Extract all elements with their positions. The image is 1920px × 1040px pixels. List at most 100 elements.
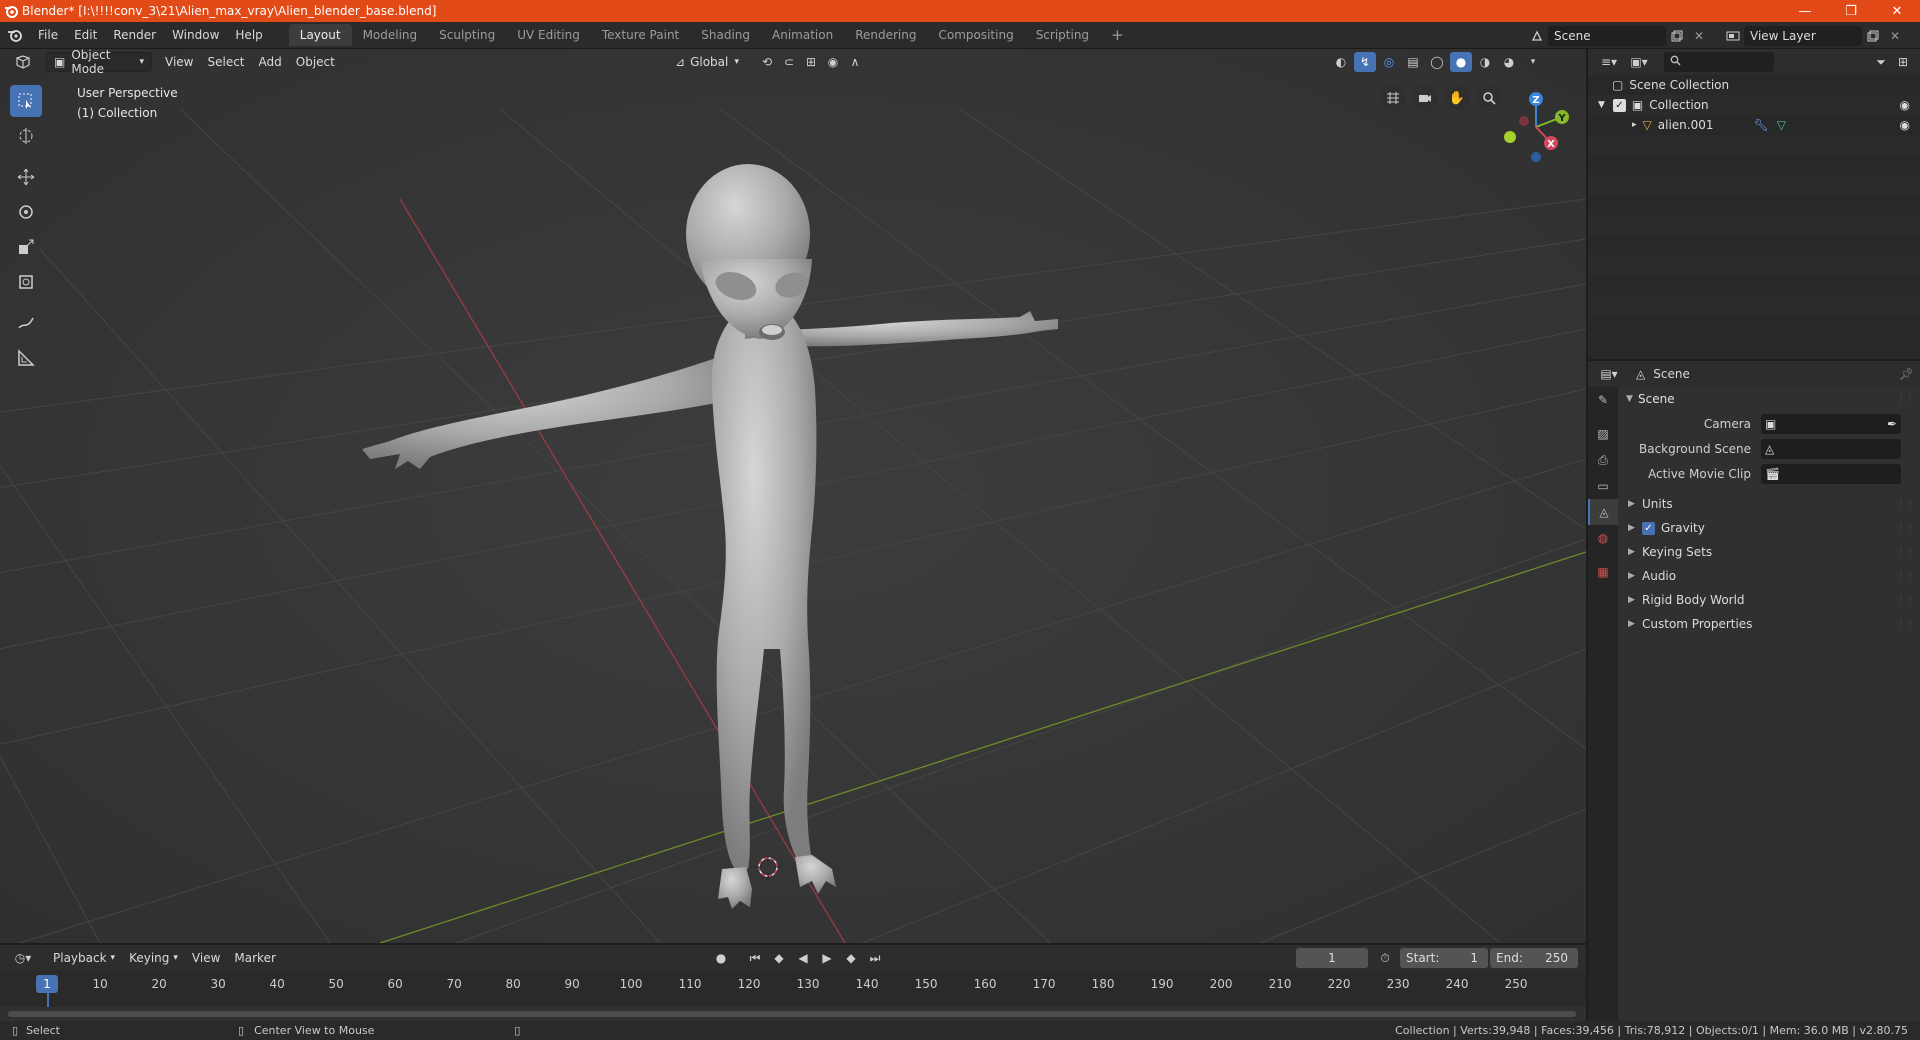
world-tab-icon[interactable]: ◍ (1588, 525, 1618, 551)
menu-render[interactable]: Render (105, 24, 164, 46)
timeline-view-menu[interactable]: View (185, 948, 227, 968)
proportional-edit-icon[interactable]: ◉ (822, 52, 844, 72)
custom-properties-panel-header[interactable]: ▶ Custom Properties ⋮⋮ (1618, 612, 1920, 636)
jump-to-start-icon[interactable]: ⏮ (744, 948, 766, 968)
camera-field[interactable]: ▣ ✒ (1761, 413, 1901, 434)
rendered-shading-icon[interactable]: ◕ (1498, 52, 1520, 72)
scene-name-field[interactable]: Scene (1548, 26, 1666, 46)
wireframe-shading-icon[interactable]: ◯ (1426, 52, 1448, 72)
eye-visibility-icon[interactable]: ◉ (1900, 118, 1910, 132)
playhead-frame-cursor[interactable]: 1 (36, 975, 58, 993)
tab-rendering[interactable]: Rendering (844, 24, 927, 46)
tab-compositing[interactable]: Compositing (927, 24, 1024, 46)
pan-view-hand-icon[interactable]: ✋ (1444, 85, 1470, 111)
timeline-ruler[interactable]: 10 20 30 40 50 60 70 80 90 100 110 120 130 140 150 160 1… (0, 971, 1586, 1007)
output-tab-icon[interactable]: ⎙ (1588, 447, 1618, 473)
tab-modeling[interactable]: Modeling (352, 24, 429, 46)
menu-help[interactable]: Help (227, 24, 270, 46)
menu-file[interactable]: File (30, 24, 66, 46)
add-workspace-button[interactable]: + (1100, 24, 1135, 46)
exclude-checkbox[interactable]: ✓ (1612, 98, 1626, 112)
render-tab-icon[interactable]: ▨ (1588, 421, 1618, 447)
pivot-point-icon[interactable]: ⟲ (756, 52, 778, 72)
rigid-body-world-panel-header[interactable]: ▶ Rigid Body World ⋮⋮ (1618, 588, 1920, 612)
close-window-button[interactable]: ✕ (1874, 0, 1920, 22)
drag-grip-icon[interactable]: ⋮⋮ (1896, 571, 1915, 582)
drag-grip-icon[interactable]: ⋮⋮ (1896, 523, 1915, 534)
editor-type-3d-viewport-icon[interactable] (8, 52, 38, 72)
toggle-perspective-icon[interactable] (1380, 85, 1406, 111)
viewport-menu-object[interactable]: Object (289, 52, 342, 72)
editor-type-timeline-icon[interactable]: ◷▾ (8, 948, 38, 968)
new-collection-icon[interactable]: ⊞ (1892, 52, 1914, 72)
keying-menu[interactable]: Keying ▾ (122, 948, 185, 968)
snap-target-icon[interactable]: ⊞ (800, 52, 822, 72)
modifier-wrench-icon[interactable]: 🔧︎ (1754, 118, 1769, 132)
current-frame-field[interactable]: 1 (1296, 948, 1368, 968)
eyedropper-icon[interactable]: ✒ (1887, 417, 1897, 431)
play-reverse-icon[interactable]: ◀ (792, 948, 814, 968)
measure-tool-icon[interactable] (10, 342, 42, 374)
tab-uv-editing[interactable]: UV Editing (506, 24, 591, 46)
visibility-icon[interactable]: ◐ (1330, 52, 1352, 72)
mesh-data-icon[interactable]: ▽ (1777, 118, 1786, 132)
audio-panel-header[interactable]: ▶ Audio ⋮⋮ (1618, 564, 1920, 588)
solid-shading-icon[interactable]: ● (1450, 52, 1472, 72)
snap-toggle-icon[interactable]: ⊂ (778, 52, 800, 72)
marker-menu[interactable]: Marker (227, 948, 282, 968)
tab-texture-paint[interactable]: Texture Paint (591, 24, 690, 46)
blender-menu-icon[interactable] (0, 28, 30, 42)
record-icon[interactable]: ● (710, 948, 732, 968)
gravity-checkbox[interactable]: ✓ (1642, 521, 1655, 535)
scene-panel-header[interactable]: ▼ Scene ⋮⋮ (1618, 387, 1920, 411)
start-frame-field[interactable]: Start: 1 (1400, 948, 1488, 968)
playback-menu[interactable]: Playback ▾ (46, 948, 122, 968)
stopwatch-icon[interactable]: ⏱ (1374, 948, 1396, 968)
tree-item-collection[interactable]: ▼ ✓ ▣ Collection ◉ (1588, 95, 1920, 115)
keying-sets-panel-header[interactable]: ▶ Keying Sets ⋮⋮ (1618, 540, 1920, 564)
pin-icon[interactable]: 📌︎ (1899, 367, 1914, 381)
delete-view-layer-icon[interactable]: ✕ (1884, 26, 1906, 46)
drag-grip-icon[interactable]: ⋮⋮ (1896, 619, 1915, 630)
menu-edit[interactable]: Edit (66, 24, 105, 46)
rotate-tool-icon[interactable] (10, 196, 42, 228)
filter-icon[interactable]: ⏷ (1870, 52, 1892, 72)
expand-triangle-icon[interactable]: ▼ (1598, 100, 1605, 110)
annotate-tool-icon[interactable] (10, 307, 42, 339)
viewport-menu-select[interactable]: Select (200, 52, 251, 72)
maximize-button[interactable]: ❐ (1828, 0, 1874, 22)
viewport-menu-view[interactable]: View (158, 52, 200, 72)
active-movie-clip-field[interactable]: 🎬︎ (1761, 463, 1901, 484)
transform-orientation-dropdown[interactable]: ⊿ Global ▾ (668, 52, 746, 72)
editor-type-outliner-icon[interactable]: ≡▾ (1594, 52, 1624, 72)
timeline-scrollbar[interactable] (8, 1011, 1576, 1017)
expand-triangle-icon[interactable]: ▸ (1632, 120, 1637, 130)
editor-type-properties-icon[interactable]: ▤▾ (1594, 364, 1624, 384)
scene-browse-icon[interactable] (1526, 26, 1548, 46)
tab-scripting[interactable]: Scripting (1025, 24, 1100, 46)
neg-y-axis-handle[interactable] (1504, 131, 1516, 143)
tab-sculpting[interactable]: Sculpting (428, 24, 506, 46)
new-scene-icon[interactable] (1666, 26, 1688, 46)
tab-animation[interactable]: Animation (761, 24, 844, 46)
object-mode-dropdown[interactable]: ▣ Object Mode ▾ (46, 49, 152, 76)
scale-tool-icon[interactable] (10, 231, 42, 263)
view-layer-browse-icon[interactable] (1722, 26, 1744, 46)
gizmo-toggle-icon[interactable]: ↯ (1354, 52, 1376, 72)
menu-window[interactable]: Window (164, 24, 227, 46)
gravity-panel-header[interactable]: ▶ ✓ Gravity ⋮⋮ (1618, 516, 1920, 540)
tab-shading[interactable]: Shading (690, 24, 761, 46)
eye-visibility-icon[interactable]: ◉ (1900, 98, 1910, 112)
viewport-menu-add[interactable]: Add (252, 52, 289, 72)
outliner-search-input[interactable] (1664, 52, 1774, 72)
play-icon[interactable]: ▶ (816, 948, 838, 968)
drag-grip-icon[interactable]: ⋮⋮ (1896, 394, 1915, 405)
proportional-falloff-icon[interactable]: ∧ (844, 52, 866, 72)
view-layer-tab-icon[interactable]: ▭ (1588, 473, 1618, 499)
drag-grip-icon[interactable]: ⋮⋮ (1896, 499, 1915, 510)
neg-x-axis-handle[interactable] (1519, 116, 1529, 126)
tab-layout[interactable]: Layout (288, 24, 352, 46)
background-scene-field[interactable]: ◬ (1761, 438, 1901, 459)
shading-options-icon[interactable]: ▾ (1522, 52, 1544, 72)
cursor-tool-icon[interactable] (10, 120, 42, 152)
